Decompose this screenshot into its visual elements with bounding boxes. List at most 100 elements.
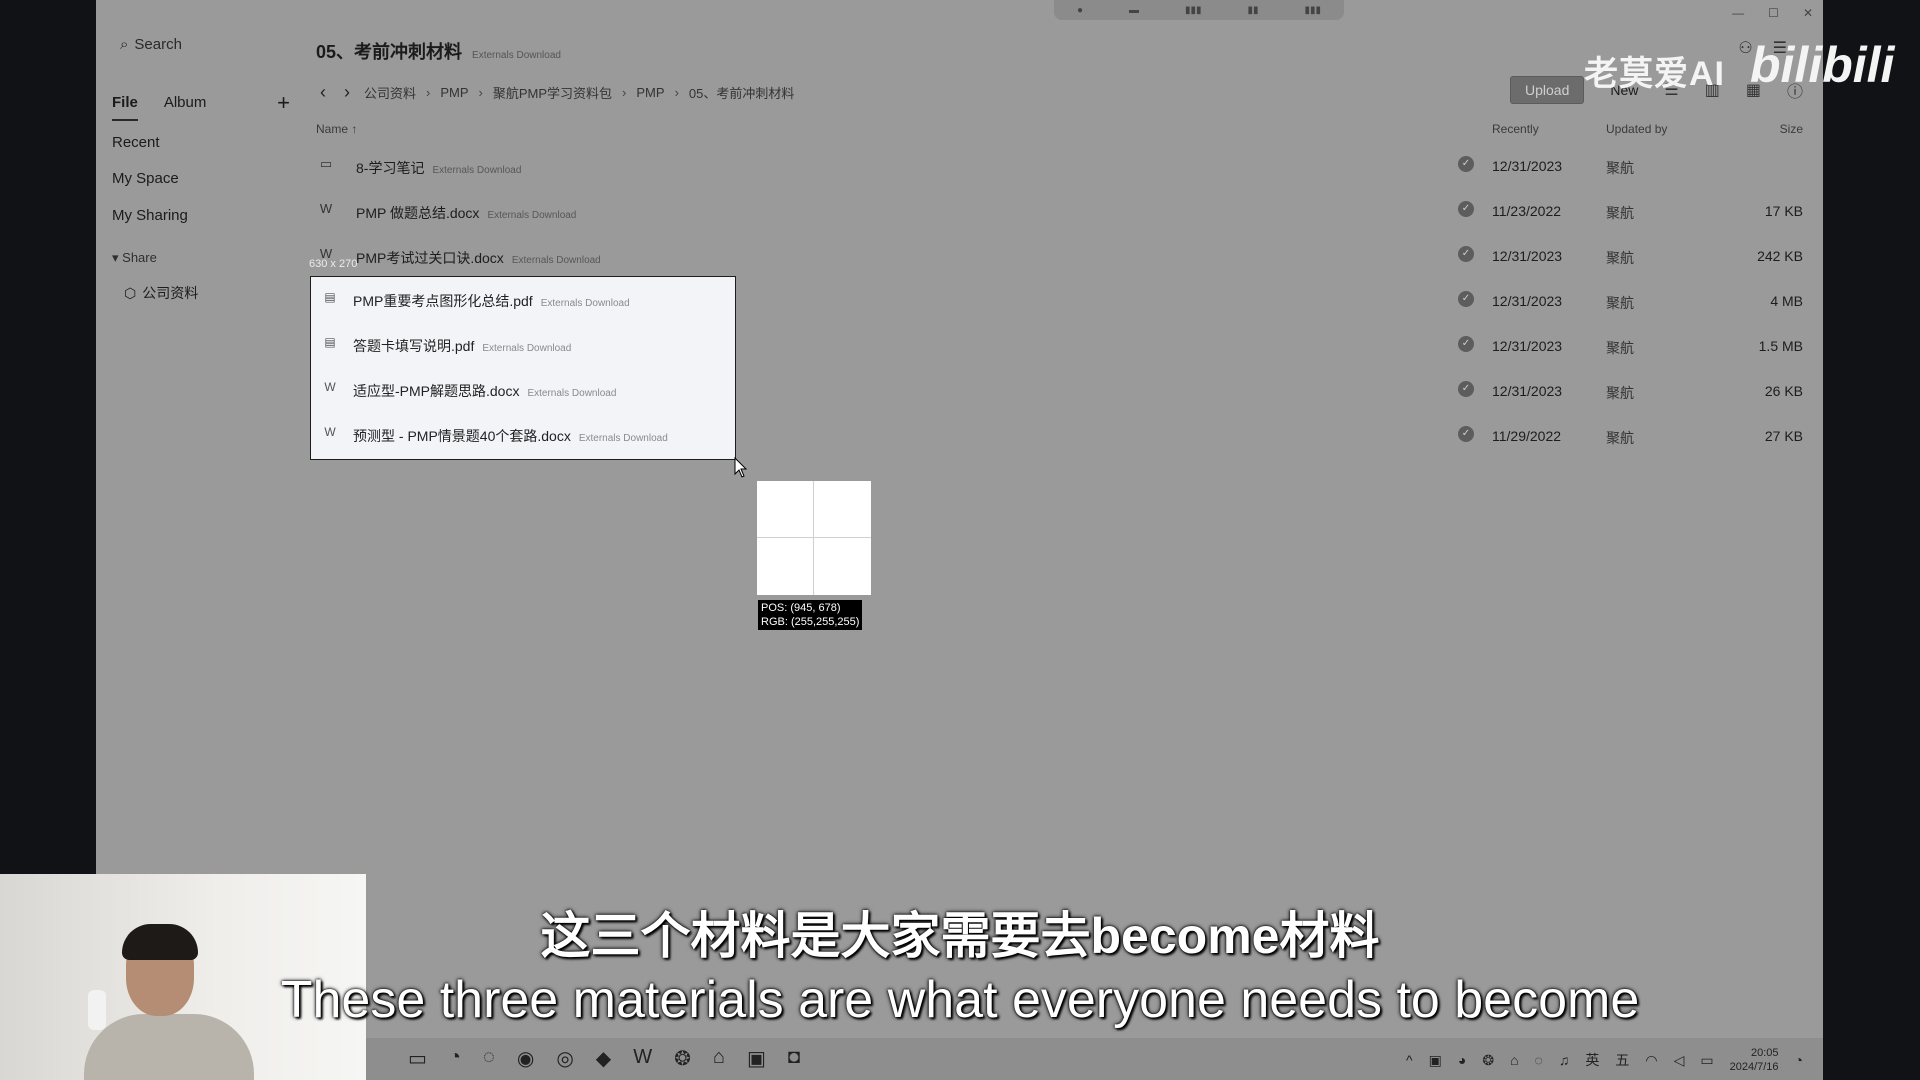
taskbar-apps: ▭ ◔ ◌ ◉ ◎ ◆ W ❂ ⌂ ▣ ◘ — [386, 1046, 800, 1071]
wps-icon[interactable]: W — [633, 1046, 652, 1071]
page-title: 05、考前冲刺材料 — [316, 42, 463, 62]
table-row[interactable]: W PMP 做题总结.docx Externals Download ✓ 11/2… — [316, 191, 1803, 231]
tab-file[interactable]: File — [112, 94, 138, 121]
breadcrumb-item[interactable]: 聚航PMP学习资料包 — [493, 83, 612, 102]
sidebar-item-recent[interactable]: Recent — [112, 134, 160, 151]
file-name: PMP考试过关口诀.docx — [356, 250, 504, 266]
app-icon[interactable]: ▣ — [747, 1046, 766, 1071]
list-item[interactable]: ▤ 答题卡填写说明.pdf Externals Download — [311, 322, 735, 367]
breadcrumb-item[interactable]: PMP — [636, 85, 664, 100]
mouse-cursor-icon — [734, 456, 748, 484]
battery-icon[interactable]: ▭ — [1700, 1052, 1713, 1069]
breadcrumb-item[interactable]: PMP — [440, 85, 468, 100]
file-name: 适应型-PMP解题思路.docx — [353, 383, 520, 399]
breadcrumb-separator-icon: › — [674, 85, 679, 100]
search-icon: ⌕ — [120, 36, 129, 53]
sidebar-item-my-sharing[interactable]: My Sharing — [112, 207, 188, 224]
folder-icon[interactable]: ▭ — [408, 1046, 427, 1071]
table-row[interactable]: ▭ 8-学习笔记 Externals Download ✓ 12/31/2023 … — [316, 146, 1803, 186]
app-icon[interactable]: ◘ — [788, 1046, 800, 1071]
clock-date: 2024/7/16 — [1729, 1061, 1779, 1073]
sync-check-icon: ✓ — [1458, 291, 1474, 307]
tray-app-icon[interactable]: ◕ — [1458, 1052, 1466, 1068]
list-item[interactable]: ▤ PMP重要考点图形化总结.pdf Externals Download — [311, 277, 735, 322]
column-updated-by[interactable]: Updated by — [1606, 122, 1667, 136]
crosshair-vertical — [813, 481, 814, 595]
microphone-icon[interactable]: ♫ — [1559, 1052, 1570, 1068]
system-tray: ^ ▣ ◕ ❂ ⌂ ◌ ♫ 英 五 ◠ ◁ ▭ 20:05 2024/7/16 … — [1406, 1046, 1803, 1074]
list-item[interactable]: W 适应型-PMP解题思路.docx Externals Download — [311, 367, 735, 412]
breadcrumb-item[interactable]: 05、考前冲刺材料 — [689, 83, 794, 102]
volume-icon[interactable]: ◁ — [1674, 1052, 1685, 1069]
clock[interactable]: 20:05 2024/7/16 — [1730, 1046, 1779, 1074]
sync-check-icon: ✓ — [1458, 201, 1474, 217]
forward-arrow-icon[interactable]: › — [340, 82, 354, 103]
updater-cell: 聚航 — [1606, 160, 1634, 176]
share-section-header[interactable]: ▾ Share — [112, 250, 157, 266]
tray-app-icon[interactable]: ▣ — [1429, 1052, 1442, 1069]
sidebar-item-company-files[interactable]: ⬡ 公司资料 — [124, 283, 198, 303]
word-icon: W — [324, 380, 336, 394]
app-icon[interactable]: ◆ — [596, 1046, 611, 1071]
magnifier-preview — [756, 480, 872, 596]
table-row[interactable]: W PMP考试过关口诀.docx Externals Download ✓ 12/… — [316, 236, 1803, 276]
app-icon[interactable]: ◔ — [449, 1046, 461, 1071]
tray-app-icon[interactable]: ⌂ — [1510, 1052, 1518, 1068]
back-arrow-icon[interactable]: ‹ — [316, 82, 330, 103]
browser-icon[interactable]: ◉ — [517, 1046, 534, 1071]
tray-app-icon[interactable]: ❂ — [1482, 1052, 1494, 1069]
file-name-cell: PMP考试过关口诀.docx Externals Download — [356, 248, 601, 268]
bilibili-logo: bilibili — [1750, 37, 1895, 93]
size-cell: 27 KB — [1764, 428, 1803, 444]
breadcrumb: ‹ › 公司资料 › PMP › 聚航PMP学习资料包 › PMP › 05、考… — [316, 82, 794, 103]
chrome-icon[interactable]: ◎ — [556, 1046, 573, 1071]
column-name[interactable]: Name ↑ — [316, 122, 357, 136]
share-label: Share — [122, 250, 157, 265]
main-content: 05、考前冲刺材料 Externals Download ⚇ ☰ ‹ › 公司资… — [302, 0, 1823, 1038]
pdf-icon: ▤ — [324, 290, 336, 304]
clock-time: 20:05 — [1751, 1047, 1779, 1059]
size-cell: 242 KB — [1757, 248, 1803, 264]
file-name: 答题卡填写说明.pdf — [353, 338, 475, 354]
breadcrumb-separator-icon: › — [622, 85, 627, 100]
list-item[interactable]: W 预测型 - PMP情景题40个套路.docx Externals Downlo… — [311, 412, 735, 457]
wifi-icon[interactable]: ◠ — [1645, 1052, 1657, 1069]
tab-album[interactable]: Album — [164, 94, 207, 111]
file-name-cell: PMP重要考点图形化总结.pdf Externals Download — [353, 291, 630, 311]
app-icon[interactable]: ⌂ — [713, 1046, 725, 1071]
external-tag: Externals Download — [511, 255, 601, 266]
sidebar-item-my-space[interactable]: My Space — [112, 170, 179, 187]
app-icon[interactable]: ❂ — [674, 1046, 691, 1071]
word-icon: W — [324, 425, 336, 439]
date-cell: 11/23/2022 — [1492, 203, 1562, 219]
tray-app-icon[interactable]: ◌ — [1535, 1052, 1543, 1068]
file-name: PMP 做题总结.docx — [356, 205, 480, 221]
notification-icon[interactable]: ◔ — [1795, 1052, 1803, 1068]
column-size[interactable]: Size — [1780, 122, 1803, 136]
ime-mode[interactable]: 五 — [1615, 1050, 1629, 1070]
share-folder-icon: ⬡ — [124, 284, 137, 301]
pdf-icon: ▤ — [324, 335, 336, 349]
folder-icon: ▭ — [319, 156, 333, 171]
search-label: Search — [134, 36, 182, 53]
external-tag: Externals Download — [432, 165, 522, 176]
ime-lang[interactable]: 英 — [1585, 1050, 1599, 1070]
chat-icon[interactable]: ◌ — [483, 1046, 495, 1071]
size-cell: 26 KB — [1764, 383, 1803, 399]
screenshot-selection[interactable]: ▤ PMP重要考点图形化总结.pdf Externals Download ▤ 答… — [310, 276, 736, 460]
file-name-cell: 预测型 - PMP情景题40个套路.docx Externals Download — [353, 426, 668, 446]
size-cell: 17 KB — [1764, 203, 1803, 219]
file-name: 8-学习笔记 — [356, 160, 425, 176]
updater-cell: 聚航 — [1606, 340, 1634, 356]
column-recently[interactable]: Recently — [1492, 122, 1539, 136]
file-name: 预测型 - PMP情景题40个套路.docx — [353, 428, 571, 444]
file-name-cell: PMP 做题总结.docx Externals Download — [356, 203, 576, 223]
updater-cell: 聚航 — [1606, 385, 1634, 401]
position-readout: POS: (945, 678) — [761, 602, 841, 614]
search-box[interactable]: ⌕ Search — [120, 36, 182, 53]
upload-button[interactable]: Upload — [1510, 76, 1585, 104]
add-button[interactable]: + — [277, 90, 290, 116]
tray-expand-icon[interactable]: ^ — [1406, 1052, 1413, 1068]
updater-cell: 聚航 — [1606, 295, 1634, 311]
breadcrumb-item[interactable]: 公司资料 — [364, 83, 416, 102]
